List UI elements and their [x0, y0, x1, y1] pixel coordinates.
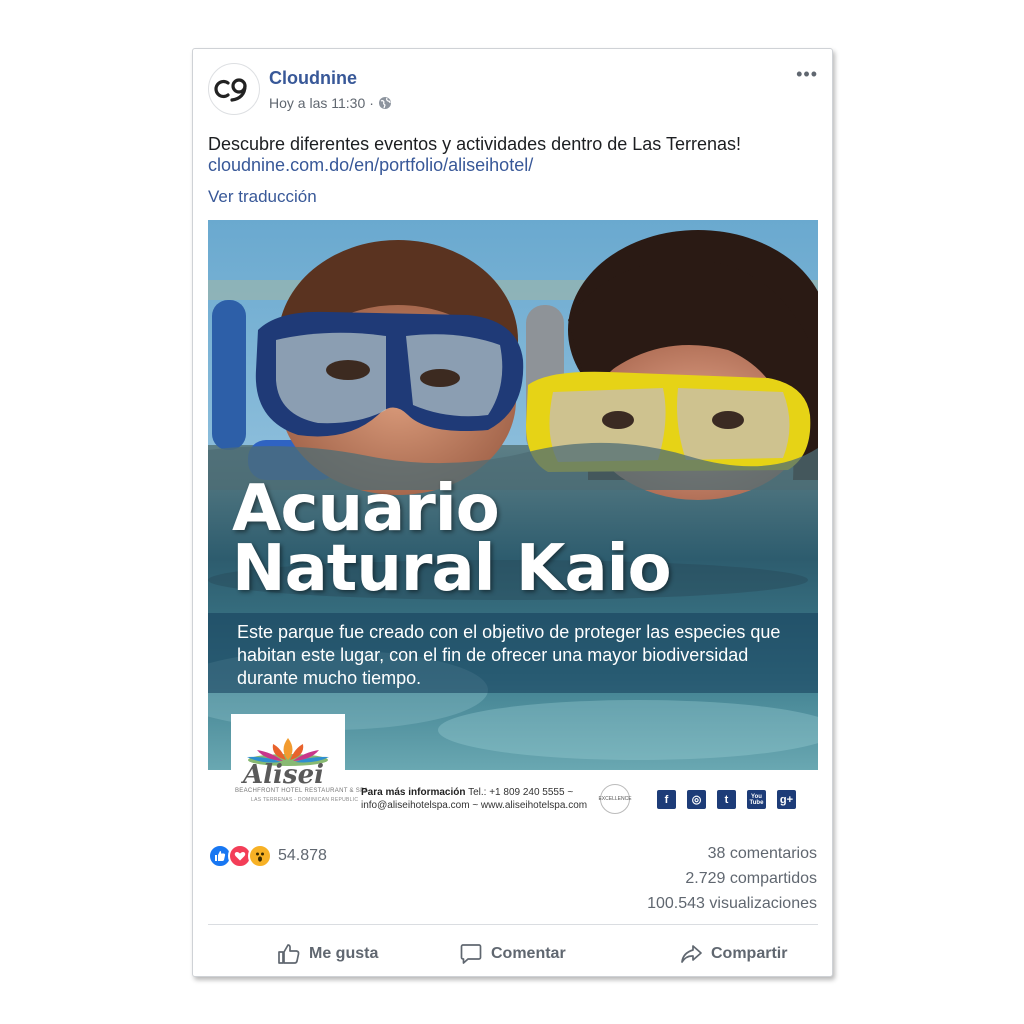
like-label: Me gusta: [309, 945, 379, 962]
page-avatar[interactable]: [208, 63, 260, 115]
shares-count[interactable]: 2.729 compartidos: [685, 870, 817, 888]
logo-location: LAS TERRENAS - DOMINICAN REPUBLIC: [251, 797, 359, 803]
info-line-1: Para más información Tel.: +1 809 240 55…: [361, 787, 573, 798]
instagram-icon: ◎: [687, 790, 706, 809]
see-translation-link[interactable]: Ver traducción: [208, 187, 317, 207]
timestamp-text[interactable]: Hoy a las 11:30: [269, 95, 365, 111]
share-arrow-icon: [681, 945, 702, 963]
post-image[interactable]: Acuario Natural Kaio Este parque fue cre…: [208, 220, 818, 770]
cloudnine-logo-icon: [214, 78, 247, 102]
thumbs-up-icon: [215, 851, 226, 861]
logo-name: Alisei: [243, 760, 324, 790]
facebook-icon: f: [657, 790, 676, 809]
twitter-icon: t: [717, 790, 736, 809]
image-description: Este parque fue creado con el objetivo d…: [237, 622, 781, 688]
reactions-summary[interactable]: 54.878: [208, 844, 327, 868]
views-count: 100.543 visualizaciones: [647, 895, 817, 912]
wow-face-icon: [256, 852, 264, 862]
heart-icon: [234, 851, 246, 861]
tripadvisor-text: EXCELLENCE: [598, 796, 632, 802]
wow-reaction-icon: [248, 844, 272, 868]
post-timestamp: Hoy a las 11:30 ·: [269, 95, 392, 111]
info-label: Para más información: [361, 787, 466, 798]
comment-button[interactable]: Comentar: [459, 939, 566, 969]
thumbs-up-icon: [278, 944, 300, 964]
comments-count[interactable]: 38 comentarios: [708, 845, 817, 863]
like-button[interactable]: Me gusta: [277, 939, 378, 969]
youtube-icon: You Tube: [747, 790, 766, 809]
share-label: Compartir: [711, 945, 788, 962]
logo-subtitle: BEACHFRONT HOTEL RESTAURANT & SPA: [235, 788, 369, 794]
post-card: Cloudnine Hoy a las 11:30 · ••• Descubre…: [192, 48, 833, 977]
share-button[interactable]: Compartir: [679, 939, 787, 969]
tripadvisor-badge: EXCELLENCE: [598, 784, 632, 814]
timestamp-separator: ·: [369, 95, 374, 111]
more-options-icon[interactable]: •••: [796, 65, 818, 83]
page-name-link[interactable]: Cloudnine: [269, 68, 357, 89]
image-title-line2: Natural Kaio: [232, 532, 672, 606]
actions-divider: [208, 924, 818, 925]
comment-label: Comentar: [491, 945, 566, 962]
info-line-2: info@aliseihotelspa.com ~ www.aliseihote…: [361, 800, 588, 811]
post-text: Descubre diferentes eventos y actividade…: [208, 134, 741, 154]
comment-bubble-icon: [460, 944, 482, 964]
info-phone: Tel.: +1 809 240 5555 ~: [465, 787, 574, 798]
reaction-count: 54.878: [278, 847, 327, 864]
google-plus-icon: g+: [777, 790, 796, 809]
globe-icon[interactable]: [378, 96, 392, 110]
post-link[interactable]: cloudnine.com.do/en/portfolio/aliseihote…: [208, 155, 533, 176]
